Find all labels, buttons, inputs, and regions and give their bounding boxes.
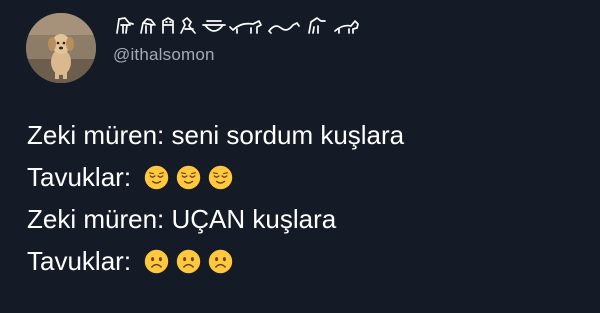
relieved-face-emoji	[144, 165, 169, 189]
hieroglyph-bird-1	[116, 17, 134, 34]
emoji-group	[144, 165, 233, 190]
tweet-line-4: Tavuklar:	[27, 240, 404, 282]
hieroglyph-bird-2	[140, 18, 156, 34]
hieroglyph-seated-figure	[180, 17, 196, 34]
hieroglyph-vessel	[202, 20, 226, 32]
tweet-line-1: Zeki müren: seni sordum kuşlara	[27, 114, 404, 156]
frowning-face-emoji	[144, 249, 169, 273]
tweet-text: Zeki müren: seni sordum kuşlara Tavuklar…	[27, 114, 404, 282]
frowning-face-emoji	[176, 249, 201, 273]
tweet-line-2: Tavuklar:	[27, 156, 404, 198]
emoji-group	[144, 249, 233, 274]
hieroglyph-lion	[229, 20, 262, 34]
hieroglyph-snake	[268, 22, 300, 34]
frowning-face-emoji	[208, 249, 233, 273]
user-handle[interactable]: @ithalsomon	[113, 45, 215, 65]
tweet-card: @ithalsomon Zeki müren: seni sordum kuşl…	[0, 0, 600, 313]
tweet-line-3: Zeki müren: UÇAN kuşlara	[27, 198, 404, 240]
tweet-line-text: Zeki müren: UÇAN kuşlara	[27, 204, 337, 234]
display-name[interactable]	[113, 13, 363, 37]
hieroglyph-owl	[162, 17, 174, 34]
tweet-line-text: Zeki müren: seni sordum kuşlara	[27, 120, 405, 150]
relieved-face-emoji	[208, 165, 233, 189]
hieroglyph-bird-3	[308, 17, 326, 34]
relieved-face-emoji	[176, 165, 201, 189]
hieroglyph-cat	[334, 20, 359, 34]
tweet-line-text: Tavuklar:	[27, 162, 132, 192]
tweet-line-text: Tavuklar:	[27, 246, 132, 276]
avatar[interactable]	[26, 13, 96, 83]
